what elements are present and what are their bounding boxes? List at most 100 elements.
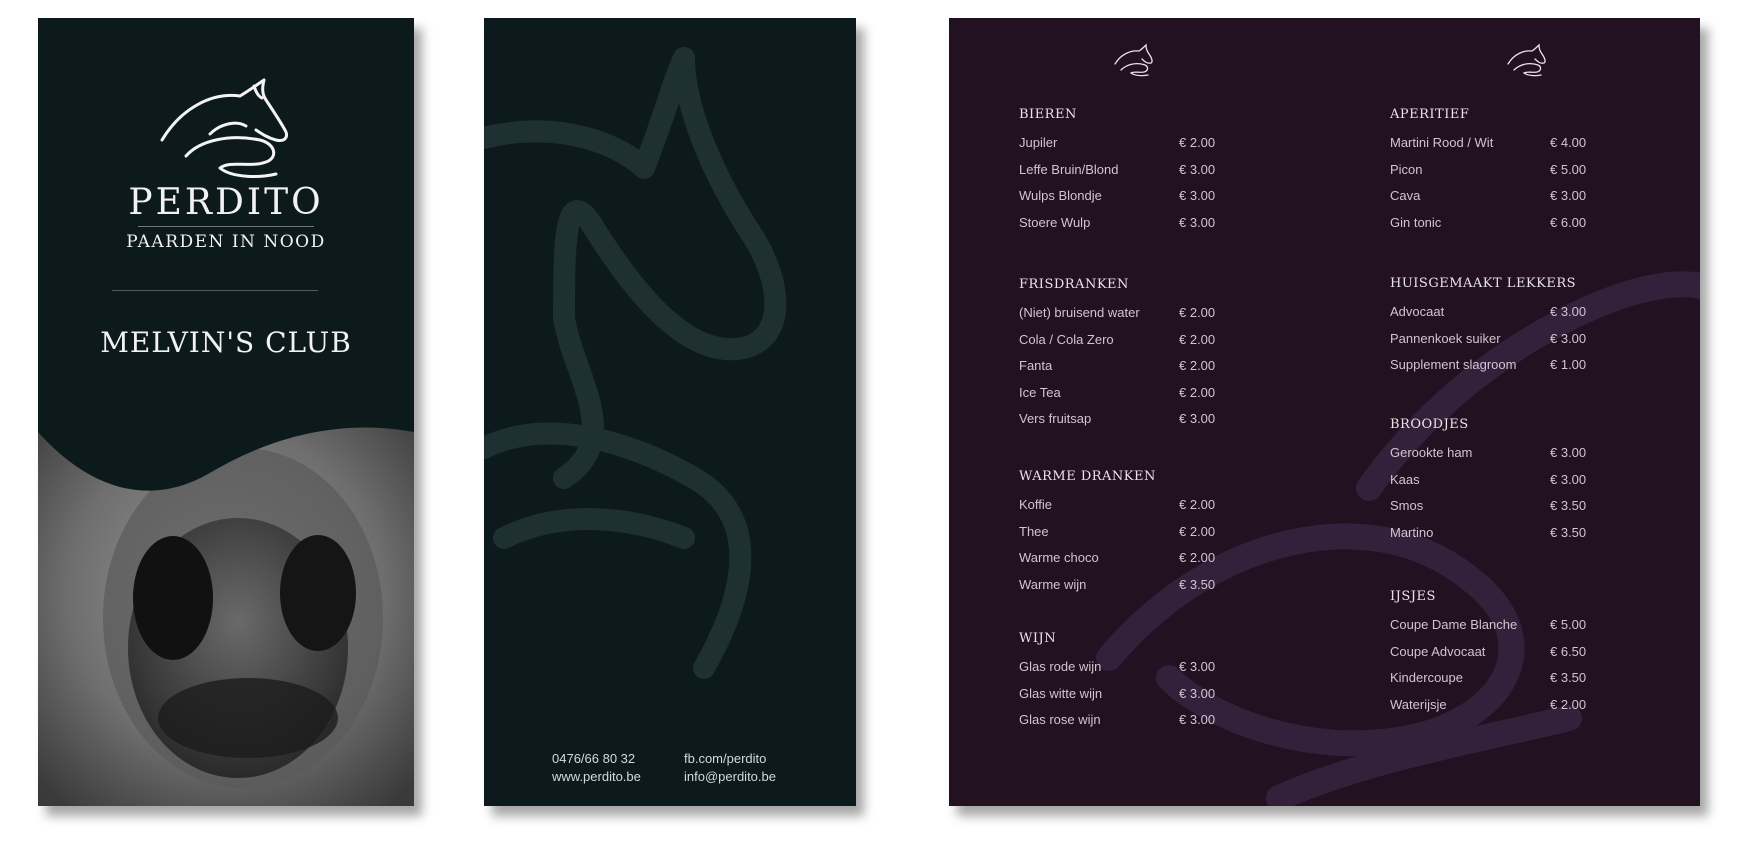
item-name: Kindercoupe <box>1390 670 1463 686</box>
item-price: € 2.00 <box>1179 305 1216 320</box>
section-title: WIJN <box>1019 631 1057 646</box>
menu-section-aperitief: APERITIEF Martini Rood / Wit € 4.00 Picon… <box>1390 104 1620 236</box>
item-price: € 6.00 <box>1550 214 1587 230</box>
menu-item: Kindercoupe € 3.50 <box>1390 665 1620 692</box>
menu-section-frisdranken: FRISDRANKEN (Niet) bruisend water € 2.00 … <box>1019 274 1249 433</box>
item-price: € 3.00 <box>1179 712 1216 728</box>
menu-item: Pannenkoek suiker € 3.00 <box>1390 326 1620 353</box>
menu-item: Vers fruitsap € 3.00 <box>1019 406 1249 433</box>
section-title: BROODJES <box>1390 417 1469 432</box>
item-name: Warme wijn <box>1019 576 1087 592</box>
item-price: € 3.00 <box>1179 659 1216 674</box>
item-name: Waterijsje <box>1390 696 1447 712</box>
menu-item: Advocaat € 3.00 <box>1390 299 1620 326</box>
item-name: Leffe Bruin/Blond <box>1019 161 1119 177</box>
menu-item: Stoere Wulp € 3.00 <box>1019 210 1249 237</box>
item-name: Pannenkoek suiker <box>1390 330 1501 346</box>
brand-subtitle: PAARDEN IN NOOD <box>126 232 326 252</box>
item-name: Vers fruitsap <box>1019 411 1092 427</box>
item-price: € 2.00 <box>1179 358 1216 374</box>
item-price: € 3.50 <box>1550 498 1587 514</box>
menu-item: Gin tonic € 6.00 <box>1390 210 1620 237</box>
menu-item: Glas witte wijn € 3.00 <box>1019 681 1249 708</box>
menu-section-wijn: WIJN Glas rode wijn € 3.00 Glas witte wij… <box>1019 628 1249 734</box>
menu-item: Glas rode wijn € 3.00 <box>1019 654 1249 681</box>
section-title: APERITIEF <box>1390 107 1470 122</box>
menu-item: Smos € 3.50 <box>1390 493 1620 520</box>
item-name: Martini Rood / Wit <box>1390 135 1494 150</box>
item-name: Stoere Wulp <box>1019 214 1091 230</box>
item-name: Koffie <box>1019 497 1053 512</box>
menu-item: Waterijsje € 2.00 <box>1390 692 1620 719</box>
item-price: € 5.00 <box>1550 161 1587 177</box>
item-name: Fanta <box>1019 358 1053 374</box>
phone-number[interactable]: 0476/66 80 32 <box>552 750 641 768</box>
item-name: Gerookte ham <box>1390 445 1473 460</box>
item-price: € 3.00 <box>1179 411 1216 427</box>
menu-item: Wulps Blondje € 3.00 <box>1019 183 1249 210</box>
menu-section-huisgemaakt: HUISGEMAAKT LEKKERS Advocaat € 3.00 Panne… <box>1390 273 1620 379</box>
back-panel: 0476/66 80 32 www.perdito.be fb.com/perd… <box>484 18 856 806</box>
horse-logo-icon <box>1114 43 1153 77</box>
menu-item: Supplement slagroom € 1.00 <box>1390 352 1620 379</box>
item-name: Wulps Blondje <box>1019 188 1102 204</box>
item-price: € 3.00 <box>1179 161 1216 177</box>
item-name: Cola / Cola Zero <box>1019 331 1114 347</box>
contact-right: fb.com/perdito info@perdito.be <box>684 750 776 786</box>
menu-item: Coupe Advocaat € 6.50 <box>1390 639 1620 666</box>
menu-item: (Niet) bruisend water € 2.00 <box>1019 300 1249 327</box>
menu-item: Coupe Dame Blanche € 5.00 <box>1390 612 1620 639</box>
item-name: Glas rode wijn <box>1019 659 1102 674</box>
menu-item: Martino € 3.50 <box>1390 520 1620 547</box>
item-price: € 2.00 <box>1179 497 1216 512</box>
item-name: Smos <box>1390 498 1424 514</box>
brand-name: PERDITO <box>128 182 324 223</box>
section-title: IJSJES <box>1390 589 1436 604</box>
item-price: € 2.00 <box>1179 550 1216 566</box>
item-name: Thee <box>1019 523 1049 539</box>
item-price: € 3.00 <box>1550 188 1587 204</box>
item-name: Glas rose wijn <box>1019 712 1101 728</box>
item-price: € 3.00 <box>1550 330 1587 346</box>
item-price: € 3.00 <box>1179 214 1216 230</box>
menu-item: Cola / Cola Zero € 2.00 <box>1019 327 1249 354</box>
menu-item: Warme wijn € 3.50 <box>1019 572 1249 599</box>
menu-item: Warme choco € 2.00 <box>1019 545 1249 572</box>
item-name: Picon <box>1390 161 1423 177</box>
menu-panel: BIEREN Jupiler € 2.00 Leffe Bruin/Blond € … <box>949 18 1700 806</box>
brand-divider <box>138 226 314 227</box>
item-name: Kaas <box>1390 471 1420 487</box>
menu-section-broodjes: BROODJES Gerookte ham € 3.00 Kaas € 3.00 S… <box>1390 414 1620 546</box>
item-price: € 2.00 <box>1179 331 1216 347</box>
item-price: € 2.00 <box>1179 384 1216 400</box>
club-name: MELVIN'S CLUB <box>100 326 352 359</box>
item-name: Gin tonic <box>1390 214 1442 230</box>
menu-item: Thee € 2.00 <box>1019 519 1249 546</box>
menu-section-bieren: BIEREN Jupiler € 2.00 Leffe Bruin/Blond € … <box>1019 104 1249 236</box>
section-title: FRISDRANKEN <box>1019 277 1129 292</box>
menu-item: Kaas € 3.00 <box>1390 467 1620 494</box>
item-name: Coupe Advocaat <box>1390 643 1486 659</box>
item-name: Cava <box>1390 188 1421 204</box>
menu-item: Ice Tea € 2.00 <box>1019 380 1249 407</box>
item-name: Supplement slagroom <box>1390 357 1517 373</box>
horse-nose-photo <box>38 418 414 806</box>
item-name: Advocaat <box>1390 304 1445 319</box>
email-link[interactable]: info@perdito.be <box>684 768 776 786</box>
menu-item: Picon € 5.00 <box>1390 157 1620 184</box>
item-price: € 3.00 <box>1550 471 1587 487</box>
item-price: € 2.00 <box>1179 523 1216 539</box>
item-price: € 5.00 <box>1550 617 1587 632</box>
menu-item: Jupiler € 2.00 <box>1019 130 1249 157</box>
item-name: Jupiler <box>1019 135 1058 150</box>
item-price: € 3.50 <box>1179 576 1216 592</box>
item-name: Ice Tea <box>1019 384 1061 400</box>
website-link[interactable]: www.perdito.be <box>552 768 641 786</box>
item-name: Martino <box>1390 524 1434 540</box>
item-price: € 3.50 <box>1550 524 1587 540</box>
item-name: (Niet) bruisend water <box>1019 305 1140 320</box>
item-price: € 1.00 <box>1550 357 1587 373</box>
item-name: Warme choco <box>1019 550 1099 566</box>
facebook-link[interactable]: fb.com/perdito <box>684 750 776 768</box>
horse-logo-icon <box>160 78 288 178</box>
